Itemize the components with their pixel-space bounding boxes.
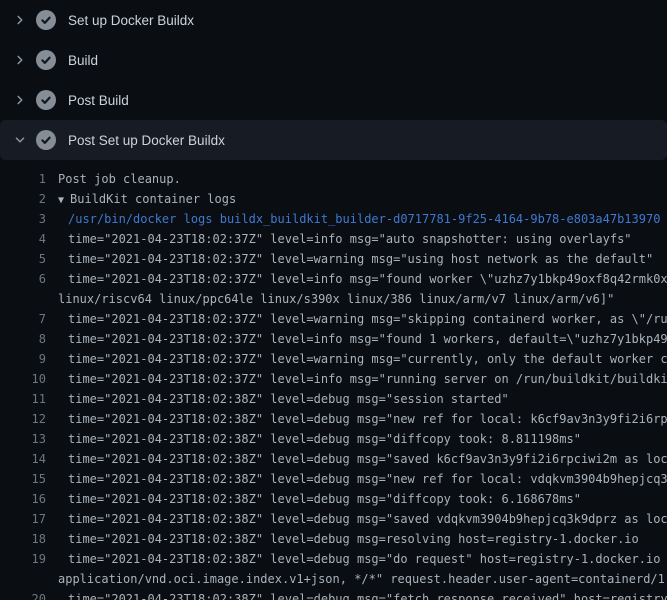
line-number[interactable]: 5 (0, 249, 46, 269)
log-line: 4 time="2021-04-23T18:02:37Z" level=info… (0, 229, 667, 249)
steps-list: Set up Docker Buildx Build P (0, 0, 667, 160)
log-line-text: time="2021-04-23T18:02:38Z" level=debug … (68, 529, 639, 549)
line-number[interactable]: 13 (0, 429, 46, 449)
log-line-text: time="2021-04-23T18:02:37Z" level=info m… (68, 269, 667, 289)
check-circle-icon (36, 10, 56, 30)
line-number[interactable]: 4 (0, 229, 46, 249)
log-line-text: application/vnd.oci.image.index.v1+json,… (58, 569, 667, 589)
log-line-text: /usr/bin/docker logs buildx_buildkit_bui… (68, 209, 660, 229)
check-circle-icon (36, 130, 56, 150)
log-line: 5 time="2021-04-23T18:02:37Z" level=warn… (0, 249, 667, 269)
log-line: 7 time="2021-04-23T18:02:37Z" level=warn… (0, 309, 667, 329)
check-circle-icon (36, 50, 56, 70)
step-title: Post Set up Docker Buildx (68, 133, 225, 148)
log-line-text: linux/riscv64 linux/ppc64le linux/s390x … (58, 289, 614, 309)
line-number[interactable]: 12 (0, 409, 46, 429)
log-area: 1 Post job cleanup. 2 ▼BuildKit containe… (0, 160, 667, 600)
log-line: linux/riscv64 linux/ppc64le linux/s390x … (0, 289, 667, 309)
step-title: Post Build (68, 93, 129, 108)
log-line-text: time="2021-04-23T18:02:38Z" level=debug … (68, 549, 667, 569)
line-number[interactable]: 1 (0, 169, 46, 189)
line-number[interactable]: 20 (0, 589, 46, 600)
chevron-down-icon (12, 132, 28, 148)
step-row[interactable]: Build (0, 40, 667, 80)
log-line-text: time="2021-04-23T18:02:37Z" level=info m… (68, 329, 667, 349)
check-circle-icon (36, 90, 56, 110)
line-number[interactable]: 16 (0, 489, 46, 509)
log-line: application/vnd.oci.image.index.v1+json,… (0, 569, 667, 589)
line-number[interactable]: 8 (0, 329, 46, 349)
line-number[interactable]: 7 (0, 309, 46, 329)
log-line-text: time="2021-04-23T18:02:38Z" level=debug … (68, 589, 667, 600)
step-row[interactable]: Set up Docker Buildx (0, 0, 667, 40)
chevron-right-icon (12, 92, 28, 108)
log-line: 9 time="2021-04-23T18:02:37Z" level=warn… (0, 349, 667, 369)
log-line-text: time="2021-04-23T18:02:38Z" level=debug … (68, 449, 667, 469)
log-line-text: ▼BuildKit container logs (58, 189, 236, 211)
line-number[interactable]: 17 (0, 509, 46, 529)
log-line-text: time="2021-04-23T18:02:38Z" level=debug … (68, 389, 509, 409)
log-line-text: time="2021-04-23T18:02:37Z" level=info m… (68, 369, 667, 389)
line-number[interactable]: 14 (0, 449, 46, 469)
log-line: 8 time="2021-04-23T18:02:37Z" level=info… (0, 329, 667, 349)
log-line-text: time="2021-04-23T18:02:38Z" level=debug … (68, 429, 581, 449)
chevron-right-icon (12, 52, 28, 68)
log-line: 19 time="2021-04-23T18:02:38Z" level=deb… (0, 549, 667, 569)
log-line: 18 time="2021-04-23T18:02:38Z" level=deb… (0, 529, 667, 549)
log-line-text: time="2021-04-23T18:02:38Z" level=debug … (68, 509, 667, 529)
step-title: Set up Docker Buildx (68, 13, 194, 28)
log-line-text: time="2021-04-23T18:02:38Z" level=debug … (68, 409, 667, 429)
log-line: 15 time="2021-04-23T18:02:38Z" level=deb… (0, 469, 667, 489)
line-number[interactable]: 9 (0, 349, 46, 369)
line-number[interactable]: 6 (0, 269, 46, 289)
line-number[interactable]: 3 (0, 209, 46, 229)
log-line-text: time="2021-04-23T18:02:37Z" level=warnin… (68, 309, 667, 329)
line-number[interactable]: 19 (0, 549, 46, 569)
log-line: 17 time="2021-04-23T18:02:38Z" level=deb… (0, 509, 667, 529)
log-line: 1 Post job cleanup. (0, 169, 667, 189)
step-row[interactable]: Post Set up Docker Buildx (0, 120, 667, 160)
log-line-text: Post job cleanup. (58, 169, 181, 189)
line-number[interactable]: 11 (0, 389, 46, 409)
log-line: 14 time="2021-04-23T18:02:38Z" level=deb… (0, 449, 667, 469)
group-collapse-toggle-icon[interactable]: ▼ (58, 195, 64, 206)
log-line: 6 time="2021-04-23T18:02:37Z" level=info… (0, 269, 667, 289)
line-number[interactable]: 15 (0, 469, 46, 489)
line-number[interactable]: 18 (0, 529, 46, 549)
log-line: 2 ▼BuildKit container logs (0, 189, 667, 209)
log-line: 20 time="2021-04-23T18:02:38Z" level=deb… (0, 589, 667, 600)
log-line-text: time="2021-04-23T18:02:37Z" level=warnin… (68, 349, 667, 369)
step-title: Build (68, 53, 98, 68)
log-line: 16 time="2021-04-23T18:02:38Z" level=deb… (0, 489, 667, 509)
log-line-text: time="2021-04-23T18:02:38Z" level=debug … (68, 469, 667, 489)
log-line-text: time="2021-04-23T18:02:38Z" level=debug … (68, 489, 581, 509)
line-number[interactable]: 10 (0, 369, 46, 389)
log-line: 13 time="2021-04-23T18:02:38Z" level=deb… (0, 429, 667, 449)
chevron-right-icon (12, 12, 28, 28)
log-line: 10 time="2021-04-23T18:02:37Z" level=inf… (0, 369, 667, 389)
log-line: 12 time="2021-04-23T18:02:38Z" level=deb… (0, 409, 667, 429)
line-number[interactable]: 2 (0, 189, 46, 209)
log-line-text: time="2021-04-23T18:02:37Z" level=info m… (68, 229, 632, 249)
log-line: 3 /usr/bin/docker logs buildx_buildkit_b… (0, 209, 667, 229)
step-row[interactable]: Post Build (0, 80, 667, 120)
log-line-text: time="2021-04-23T18:02:37Z" level=warnin… (68, 249, 653, 269)
log-line: 11 time="2021-04-23T18:02:38Z" level=deb… (0, 389, 667, 409)
